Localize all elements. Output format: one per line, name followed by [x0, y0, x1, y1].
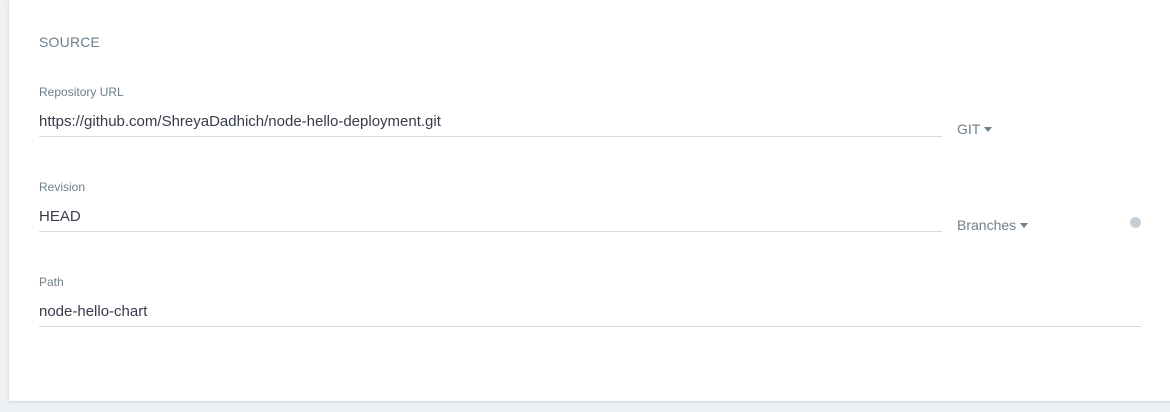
revision-type-dropdown[interactable]: Branches [957, 217, 1029, 233]
path-label: Path [39, 275, 64, 289]
path-input[interactable] [39, 298, 1141, 327]
repository-type-label: GIT [957, 121, 981, 137]
question-circle-icon[interactable] [1130, 217, 1141, 228]
revision-input[interactable] [39, 203, 942, 232]
chevron-down-icon [1020, 223, 1029, 228]
section-title: SOURCE [39, 34, 101, 50]
repository-type-dropdown[interactable]: GIT [957, 121, 993, 137]
revision-type-label: Branches [957, 217, 1017, 233]
revision-label: Revision [39, 180, 86, 194]
source-panel: SOURCE Repository URL GIT Revision Branc… [9, 0, 1170, 401]
repository-url-input[interactable] [39, 108, 942, 137]
chevron-down-icon [984, 127, 993, 132]
repository-url-label: Repository URL [39, 85, 124, 99]
